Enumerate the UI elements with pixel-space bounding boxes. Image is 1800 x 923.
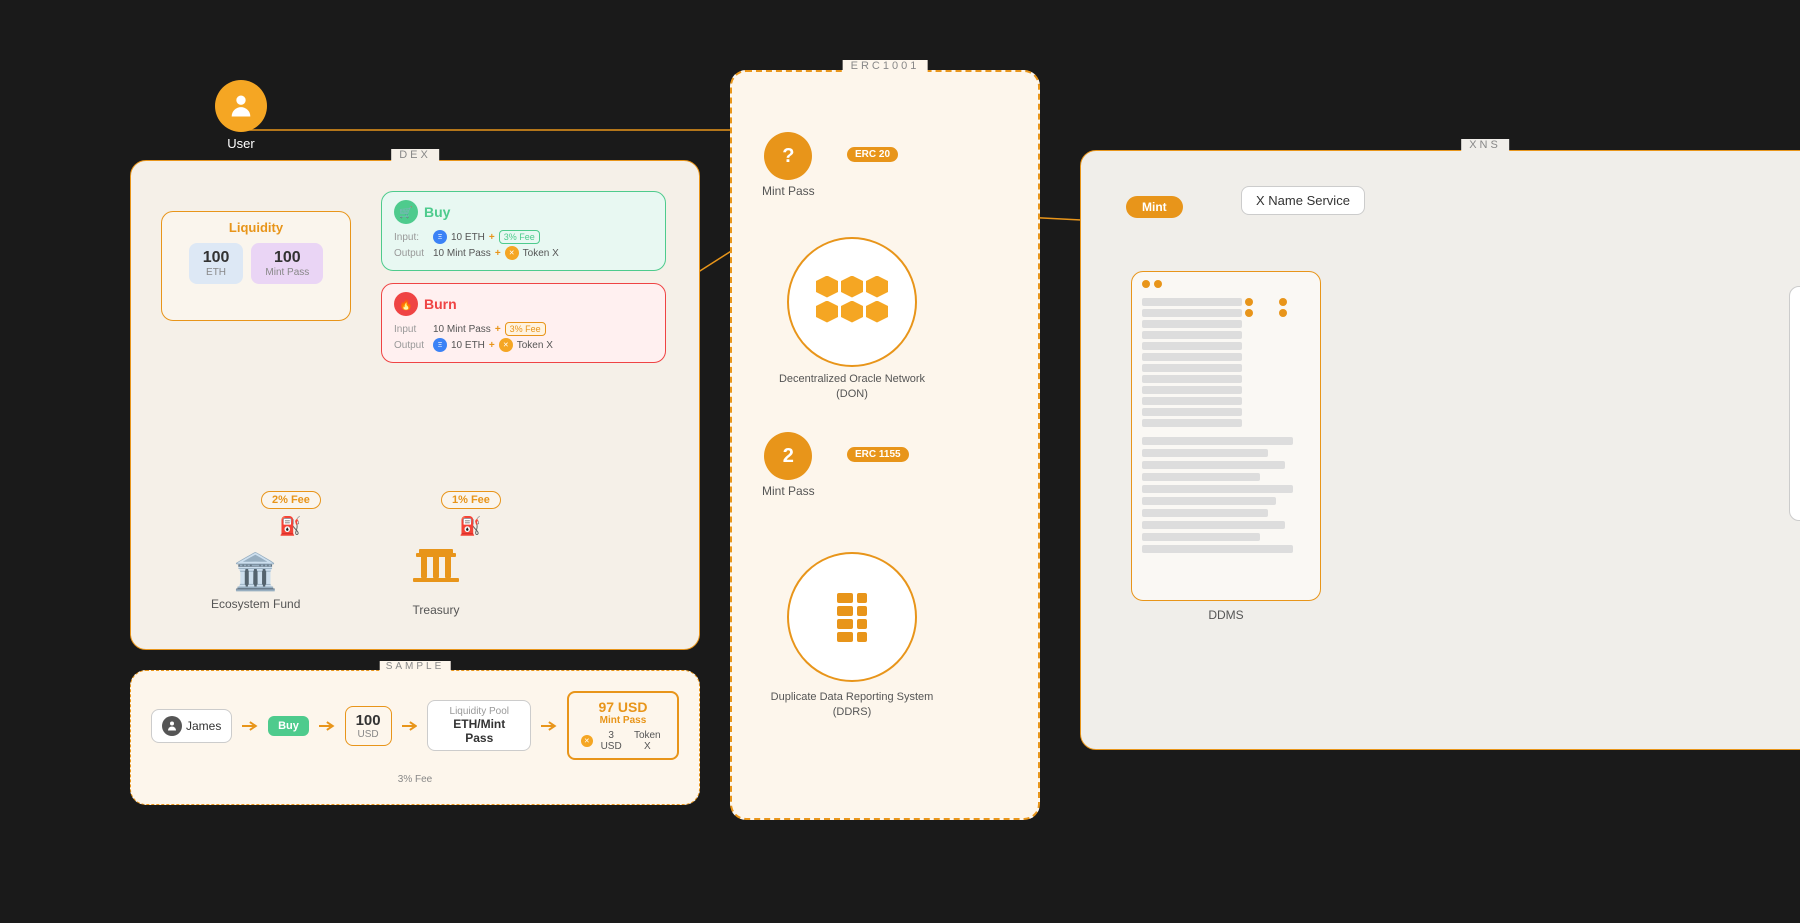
mint-pass-2: 2 Mint Pass (762, 432, 815, 498)
arrow-icon-sample3 (402, 719, 418, 733)
don-hexagons (816, 276, 888, 323)
ecosystem-fund: 🏛️ Ecosystem Fund (211, 551, 300, 611)
buy-btn-sample[interactable]: Buy (268, 716, 309, 736)
burn-output-row: Output Ξ 10 ETH + ✕ Token X (394, 338, 653, 352)
burn-input-row: Input 10 Mint Pass + 3% Fee (394, 322, 653, 336)
nft-box: NFT (1789, 286, 1800, 521)
james-avatar-sample (162, 716, 182, 736)
mint-pass-1-circle: ? (764, 132, 812, 180)
burn-fee-badge: 3% Fee (505, 322, 546, 336)
sample-label: SAMPLE (380, 661, 451, 672)
user-node: User (215, 80, 267, 151)
hex (841, 276, 863, 298)
eco-fund-label: Ecosystem Fund (211, 597, 300, 611)
buy-output-row: Output 10 Mint Pass + ✕ Token X (394, 246, 653, 260)
mint-pass-1-label: Mint Pass (762, 184, 815, 198)
hex (816, 276, 838, 298)
ddrs-label: Duplicate Data Reporting System (DDRS) (752, 690, 952, 721)
ddrs-circle (787, 552, 917, 682)
mint-pass-1: ? Mint Pass (762, 132, 815, 198)
buy-card: 🛒 Buy Input: Ξ 10 ETH + 3% Fee Output 10… (381, 191, 666, 271)
result-badge: 97 USD Mint Pass ✕ 3 USD Token X (567, 691, 679, 760)
don-label: Decentralized Oracle Network (DON) (752, 372, 952, 403)
ddrs-db-icon (837, 593, 867, 642)
user-label: User (227, 136, 254, 151)
erc1001-label: ERC1001 (843, 60, 928, 72)
gas-icon-2: ⛽ (459, 516, 481, 537)
treasury-icon (411, 546, 461, 599)
buy-title: Buy (424, 204, 450, 220)
fee-one-pct: 1% Fee (441, 491, 501, 509)
mint-pass-2-label: Mint Pass (762, 484, 815, 498)
usd-badge: 100 USD (345, 706, 392, 746)
ddms-label: DDMS (1208, 608, 1243, 622)
don-circle (787, 237, 917, 367)
canvas: User DEX Liquidity 100 ETH 100 Mint Pass (0, 0, 1800, 873)
hex (866, 276, 888, 298)
buy-input-row: Input: Ξ 10 ETH + 3% Fee (394, 230, 653, 244)
gas-icon-1: ⛽ (279, 516, 301, 537)
hex (866, 301, 888, 323)
dex-box: DEX Liquidity 100 ETH 100 Mint Pass (130, 160, 700, 650)
sample-box: SAMPLE James Buy (130, 670, 700, 805)
liquidity-values: 100 ETH 100 Mint Pass (189, 243, 324, 284)
ddms-header-dots (1132, 272, 1320, 292)
buy-fee-badge: 3% Fee (499, 230, 540, 244)
hex (841, 301, 863, 323)
user-avatar (215, 80, 267, 132)
arrow-icon-sample (242, 719, 258, 733)
burn-icon: 🔥 (394, 292, 418, 316)
buy-icon: 🛒 (394, 200, 418, 224)
fee-note: 3% Fee (131, 774, 699, 785)
burn-card: 🔥 Burn Input 10 Mint Pass + 3% Fee Outpu… (381, 283, 666, 363)
diagram-area: User DEX Liquidity 100 ETH 100 Mint Pass (130, 50, 1770, 853)
erc1001-box: ERC1001 ? Mint Pass ERC 20 (730, 70, 1040, 820)
eco-fund-icon: 🏛️ (233, 551, 278, 593)
tokenx-small: ✕ (581, 735, 593, 747)
erc20-badge: ERC 20 (847, 147, 898, 162)
lp-badge: Liquidity Pool ETH/Mint Pass (427, 700, 531, 751)
xns-box: XNS Mint X Name Service ERC 721 (1080, 150, 1800, 750)
xns-service: X Name Service (1241, 186, 1365, 215)
burn-title: Burn (424, 296, 457, 312)
liquidity-title: Liquidity (229, 220, 283, 235)
burn-header: 🔥 Burn (394, 292, 653, 316)
treasury-label: Treasury (413, 603, 460, 617)
mp-value: 100 Mint Pass (251, 243, 323, 284)
ddms-box: DDMS (1131, 271, 1321, 601)
eth-icon: Ξ (433, 230, 447, 244)
liquidity-box: Liquidity 100 ETH 100 Mint Pass (161, 211, 351, 321)
eth-icon2: Ξ (433, 338, 447, 352)
tokenx-icon: ✕ (505, 246, 519, 260)
buy-header: 🛒 Buy (394, 200, 653, 224)
mint-button[interactable]: Mint (1126, 196, 1183, 218)
tokenx-icon2: ✕ (499, 338, 513, 352)
eth-value: 100 ETH (189, 243, 244, 284)
trade-box: 🛒 Buy Input: Ξ 10 ETH + 3% Fee Output 10… (381, 191, 666, 363)
ddms-grid (1132, 292, 1320, 433)
hex (816, 301, 838, 323)
treasury: Treasury (411, 546, 461, 617)
sample-content: James Buy 100 USD (131, 671, 699, 770)
arrow-icon-sample2 (319, 719, 335, 733)
mint-pass-2-circle: 2 (764, 432, 812, 480)
dex-label: DEX (391, 149, 439, 161)
fee-two-pct: 2% Fee (261, 491, 321, 509)
erc1155-badge: ERC 1155 (847, 447, 909, 462)
ddms-rows (1132, 433, 1320, 557)
james-card-sample: James (151, 709, 232, 743)
arrow-icon-sample4 (541, 719, 557, 733)
xns-label: XNS (1461, 139, 1509, 151)
